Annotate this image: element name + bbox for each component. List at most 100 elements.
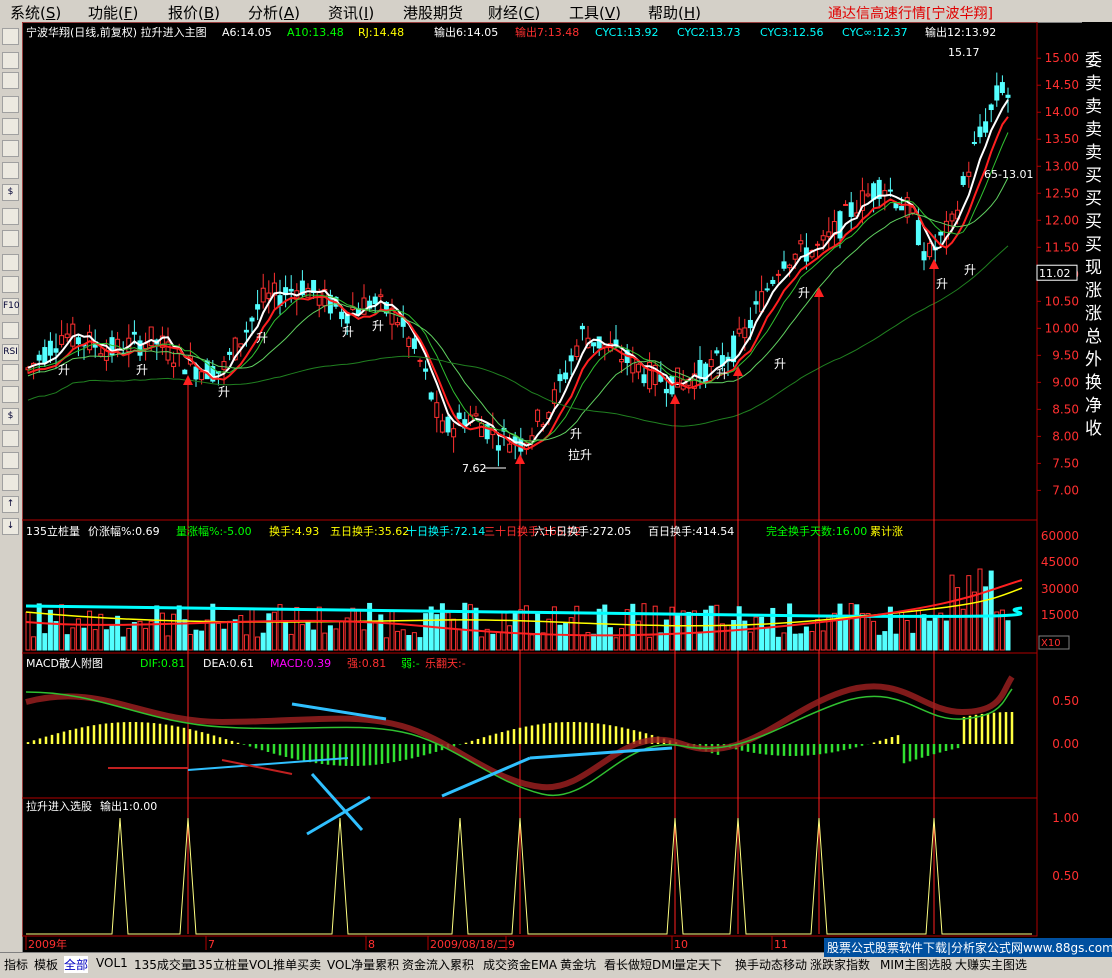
volume-bar <box>131 622 137 651</box>
window-icon[interactable] <box>2 118 19 135</box>
arrow-down-icon[interactable]: ↓ <box>2 518 19 535</box>
tab-9[interactable]: 成交资金EMA <box>483 956 557 973</box>
tab-8[interactable]: 资金流入累积 <box>402 956 474 973</box>
menu-8[interactable]: 帮助(H) <box>648 2 701 23</box>
vol-indicator-label: 百日换手:414.54 <box>648 524 734 538</box>
volume-bar <box>47 609 53 651</box>
menu-6[interactable]: 财经(C) <box>488 2 540 23</box>
volume-bar <box>165 635 171 651</box>
tab-14[interactable]: 涨跌家指数 <box>810 956 870 973</box>
wrench-icon[interactable] <box>2 430 19 447</box>
candle-body <box>260 287 266 303</box>
table-icon[interactable] <box>2 162 19 179</box>
volume-bar <box>591 633 597 651</box>
candle-body <box>579 325 585 330</box>
tab-1[interactable]: 模板 <box>34 956 58 973</box>
price-axis-label: 13.00 <box>1045 159 1079 173</box>
vol-axis-label: 45000 <box>1041 555 1079 569</box>
tab-3[interactable]: VOL1 <box>96 956 128 970</box>
volume-bar <box>781 632 787 651</box>
candle-body <box>591 342 597 347</box>
tab-5[interactable]: 135立桩量 <box>190 956 249 973</box>
volume-bar <box>126 627 132 651</box>
right-info-label: 总 <box>1085 327 1102 347</box>
menu-1[interactable]: 功能(F) <box>88 2 138 23</box>
trend-line-3 <box>441 756 531 798</box>
menu-3[interactable]: 分析(A) <box>248 2 300 23</box>
bars-icon[interactable] <box>2 52 19 69</box>
right-info-label: 卖 <box>1085 97 1102 117</box>
candle-body <box>781 261 787 269</box>
menu-5[interactable]: 港股期货 <box>403 2 463 23</box>
rsi-icon[interactable]: RSI <box>2 344 19 361</box>
tab-11[interactable]: 看长做短DMI <box>604 956 675 973</box>
line-icon[interactable] <box>2 322 19 339</box>
mail-icon[interactable] <box>2 208 19 225</box>
candle-body <box>406 337 412 348</box>
people-icon[interactable] <box>2 230 19 247</box>
main-indicator-label: 输出12:13.92 <box>925 25 996 39</box>
candle-body <box>775 273 781 276</box>
tab-7[interactable]: VOL净量累积 <box>327 956 399 973</box>
volume-bar <box>299 624 305 651</box>
tab-16[interactable]: 大赚实主图选 <box>955 956 1027 973</box>
macd-panel-title: MACD散人附图 <box>26 656 103 670</box>
candle-body <box>753 301 759 305</box>
volume-bar <box>31 636 37 651</box>
volume-bar <box>333 628 339 651</box>
rise-label: 升 <box>964 263 976 277</box>
volume-bar <box>798 633 804 651</box>
pull-rise-label: 拉升 <box>568 447 592 462</box>
f10-icon[interactable]: F10 <box>2 298 20 315</box>
menu-7[interactable]: 工具(V) <box>569 2 621 23</box>
rise-label: 升 <box>342 325 354 339</box>
tab-10[interactable]: 黄金坑 <box>560 956 596 973</box>
candle-icon[interactable] <box>2 96 19 113</box>
tab-0[interactable]: 指标 <box>4 956 28 973</box>
vol-indicator-label: 价涨幅%:0.69 <box>88 525 160 538</box>
volume-bar <box>423 613 429 651</box>
tab-15[interactable]: MIM主图选股 <box>880 956 952 973</box>
tab-12[interactable]: 量定天下 <box>674 956 722 973</box>
compare-icon[interactable] <box>2 364 19 381</box>
candle-body <box>619 358 625 363</box>
vol-indicator-label: 换手:4.93 <box>269 524 319 538</box>
pen-icon[interactable] <box>2 474 19 491</box>
money-icon[interactable]: $ <box>2 408 19 425</box>
volume-bar <box>848 603 854 651</box>
ftp-icon[interactable] <box>2 254 19 271</box>
export-icon[interactable] <box>2 452 19 469</box>
volume-bar <box>994 611 1000 651</box>
rise-label: 升 <box>58 363 70 377</box>
chart-icon[interactable] <box>2 28 19 45</box>
date-axis-label: 10 <box>674 938 688 951</box>
cross-line-1 <box>310 773 364 831</box>
trend-icon[interactable] <box>2 72 19 89</box>
tab-6[interactable]: VOL推单买卖 <box>249 956 321 973</box>
ma-long-line <box>27 245 1009 427</box>
trend-line-4 <box>529 746 673 760</box>
candle-body <box>770 280 776 284</box>
volume-bar <box>596 608 602 651</box>
tab-13[interactable]: 换手动态移动 <box>735 956 807 973</box>
volume-bar <box>703 609 709 651</box>
menu-4[interactable]: 资讯(I) <box>328 2 374 23</box>
menu-0[interactable]: 系统(S) <box>10 2 61 23</box>
vol-indicator-label: 累计涨 <box>870 525 903 538</box>
menu-2[interactable]: 报价(B) <box>168 2 220 23</box>
volume-bar <box>966 575 972 651</box>
dollar-icon[interactable]: $ <box>2 184 19 201</box>
candle-body <box>787 264 793 269</box>
volume-bar <box>736 606 742 651</box>
tab-2[interactable]: 全部 <box>64 956 89 973</box>
candle-body <box>764 288 770 291</box>
zoom-icon[interactable] <box>2 276 19 293</box>
current-price-label: 11.02 <box>1039 267 1071 280</box>
stock-chart[interactable]: 15.00 14.50 14.00 13.50 13.00 12.50 12.00 11.50… <box>22 22 1082 952</box>
window2-icon[interactable] <box>2 386 19 403</box>
vol-axis-label: 60000 <box>1041 529 1079 543</box>
volume-bar <box>882 631 888 651</box>
grid-icon[interactable] <box>2 140 19 157</box>
tab-4[interactable]: 135成交量 <box>134 956 193 973</box>
arrow-up-icon[interactable]: ↑ <box>2 496 19 513</box>
